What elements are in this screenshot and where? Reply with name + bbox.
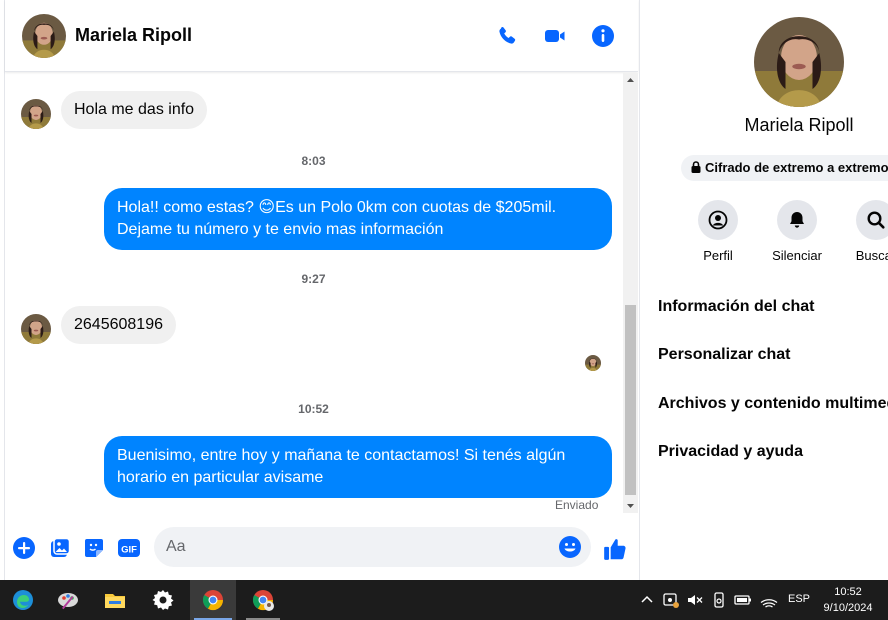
info-icon[interactable]: [591, 24, 615, 48]
gif-label: GIF: [121, 545, 137, 556]
timestamp-separator: 9:27: [301, 272, 326, 286]
clock-time: 10:52: [834, 586, 862, 598]
timestamp-separator: 10:52: [298, 402, 329, 416]
conversation-info-panel: Mariela Ripoll Cifrado de extremo a extr…: [639, 0, 888, 580]
message-scrollbar[interactable]: [623, 73, 638, 513]
clock-date: 9/10/2024: [823, 602, 873, 614]
contact-avatar[interactable]: [22, 14, 66, 58]
message-composer: GIF: [5, 520, 638, 580]
language-indicator[interactable]: ESP: [788, 593, 810, 605]
settings-icon[interactable]: [140, 580, 186, 620]
delivery-status: Enviado: [555, 498, 599, 512]
encryption-label: Cifrado de extremo a extremo: [705, 160, 888, 175]
scroll-down-arrow-icon[interactable]: [623, 499, 638, 513]
emoji-icon[interactable]: [558, 535, 582, 559]
profile-name: Mariela Ripoll: [744, 115, 854, 135]
like-icon[interactable]: [602, 536, 626, 560]
lock-icon: [691, 156, 701, 182]
file-explorer-icon[interactable]: [92, 580, 138, 620]
phone-link-icon[interactable]: [710, 591, 728, 609]
sender-avatar: [21, 99, 51, 129]
message-list[interactable]: Hola me das info 8:03 Hola!! como estas?…: [5, 73, 622, 518]
photo-icon[interactable]: [48, 536, 72, 560]
media-files-menu-item[interactable]: Archivos y contenido multimedia: [658, 395, 888, 413]
message-line: Dejame tu número y te envio mas informac…: [117, 221, 444, 238]
message-line: Hola!! como estas? 😊Es un Polo 0km con c…: [117, 199, 557, 216]
profile-label: Perfil: [703, 248, 733, 263]
volume-muted-icon[interactable]: [686, 591, 704, 609]
add-icon[interactable]: [12, 536, 36, 560]
profile-button[interactable]: Perfil: [678, 200, 758, 263]
chevron-up-icon[interactable]: [638, 591, 656, 609]
chat-panel: Mariela Ripoll Hola me das info 8:03 Hol…: [4, 0, 638, 580]
search-icon: [856, 200, 888, 240]
system-clock[interactable]: 10:52 9/10/2024: [812, 584, 884, 616]
contact-name[interactable]: Mariela Ripoll: [75, 25, 192, 46]
edge-icon[interactable]: [0, 580, 46, 620]
message-line: Buenisimo, entre hoy y mañana te contact…: [117, 447, 566, 464]
gif-icon[interactable]: GIF: [117, 536, 141, 560]
message-line: horario en particular avisame: [117, 469, 324, 486]
search-button[interactable]: Buscar: [836, 200, 888, 263]
mute-button[interactable]: Silenciar: [757, 200, 837, 263]
video-camera-icon[interactable]: [543, 24, 567, 48]
phone-icon[interactable]: [495, 24, 519, 48]
customize-chat-menu-item[interactable]: Personalizar chat: [658, 346, 791, 364]
chat-header: Mariela Ripoll: [5, 0, 638, 72]
sender-avatar: [21, 314, 51, 344]
wifi-icon[interactable]: [760, 591, 778, 609]
outgoing-message[interactable]: Hola!! como estas? 😊Es un Polo 0km con c…: [104, 188, 612, 250]
profile-avatar[interactable]: [754, 17, 844, 107]
message-input[interactable]: [166, 536, 546, 558]
outgoing-message[interactable]: Buenisimo, entre hoy y mañana te contact…: [104, 436, 612, 498]
windows-taskbar: ESP 10:52 9/10/2024: [0, 580, 888, 620]
encryption-badge[interactable]: Cifrado de extremo a extremo: [681, 155, 888, 181]
messenger-window: Mariela Ripoll Hola me das info 8:03 Hol…: [0, 0, 888, 580]
profile-icon: [698, 200, 738, 240]
incoming-message[interactable]: 2645608196: [61, 306, 176, 344]
meet-now-icon[interactable]: [662, 591, 680, 609]
search-label: Buscar: [855, 248, 888, 263]
chrome-profile-icon[interactable]: [240, 580, 286, 620]
seen-receipt-avatar: [585, 355, 601, 371]
bell-icon: [777, 200, 817, 240]
message-input-box[interactable]: [154, 527, 591, 567]
timestamp-separator: 8:03: [301, 154, 326, 168]
mute-label: Silenciar: [772, 248, 822, 263]
scroll-up-arrow-icon[interactable]: [623, 73, 638, 87]
privacy-support-menu-item[interactable]: Privacidad y ayuda: [658, 443, 803, 461]
paint-icon[interactable]: [45, 580, 91, 620]
battery-icon[interactable]: [734, 591, 752, 609]
chat-info-menu-item[interactable]: Información del chat: [658, 298, 814, 316]
scrollbar-thumb[interactable]: [625, 305, 636, 495]
incoming-message[interactable]: Hola me das info: [61, 91, 208, 129]
sticker-icon[interactable]: [82, 536, 106, 560]
chrome-icon[interactable]: [190, 580, 236, 620]
